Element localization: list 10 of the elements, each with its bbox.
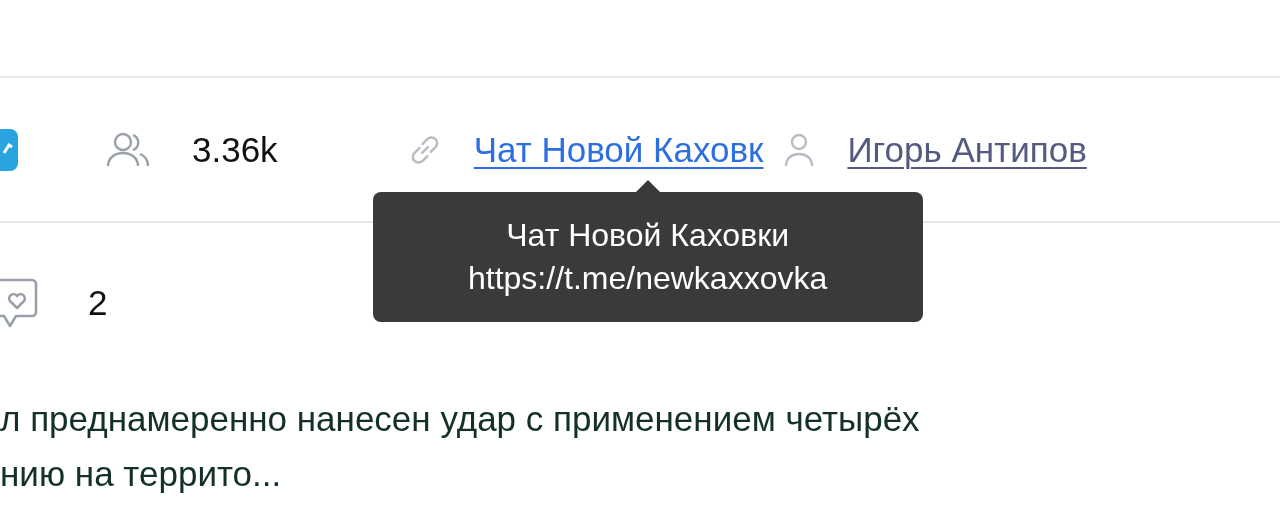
chat-link[interactable]: Чат Новой Каховк bbox=[473, 129, 764, 169]
tooltip-title: Чат Новой Каховки bbox=[506, 216, 790, 254]
owner-link[interactable]: Игорь Антипов bbox=[847, 129, 1087, 170]
user-icon bbox=[783, 131, 816, 168]
post-text: л преднамеренно нанесен удар с применением четырёх нию на террито... bbox=[0, 398, 921, 495]
channel-icon bbox=[0, 128, 18, 171]
member-count: 3.36k bbox=[192, 129, 278, 170]
comment-heart-icon bbox=[0, 277, 38, 329]
reaction-count: 2 bbox=[88, 283, 108, 323]
tooltip-url: https://t.me/newkaxxovka bbox=[468, 259, 828, 297]
